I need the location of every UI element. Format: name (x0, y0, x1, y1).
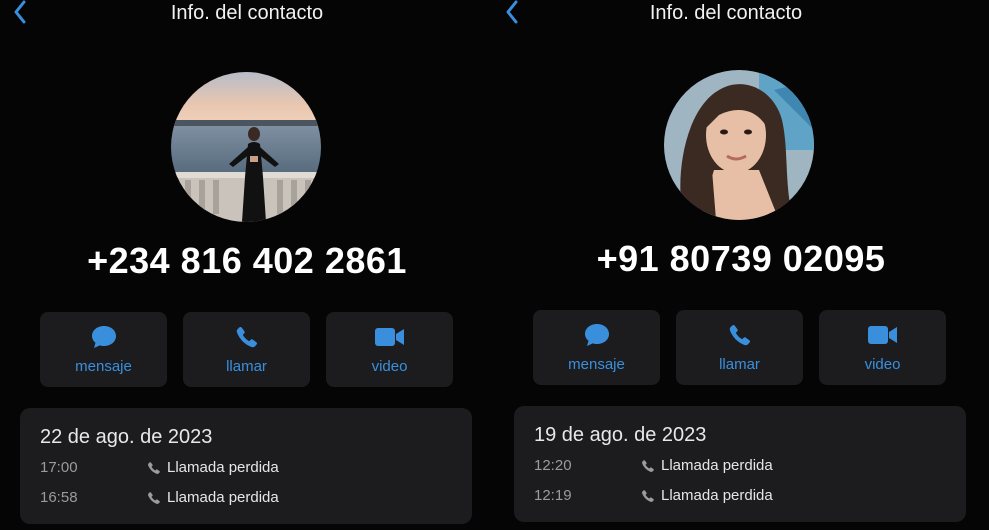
call-status: Llamada perdida (167, 459, 279, 476)
call-time: 16:58 (40, 489, 78, 506)
video-label: video (371, 358, 408, 375)
avatar[interactable] (171, 72, 321, 222)
call-button[interactable]: llamar (183, 312, 310, 387)
contact-info-panel-left: Info. del contacto +234 816 402 2861 men… (0, 0, 494, 530)
call-entry[interactable]: 17:00 Llamada perdida (40, 459, 460, 481)
call-history-card: 19 de ago. de 2023 12:20 Llamada perdida… (514, 406, 966, 522)
back-button[interactable] (502, 0, 522, 24)
call-status: Llamada perdida (661, 487, 773, 504)
video-label: video (864, 356, 901, 373)
phone-icon (729, 324, 750, 346)
missed-call-icon (642, 459, 654, 472)
call-entry[interactable]: 12:19 Llamada perdida (534, 487, 954, 509)
call-time: 12:20 (534, 457, 572, 474)
call-entry[interactable]: 12:20 Llamada perdida (534, 457, 954, 479)
phone-number: +234 816 402 2861 (87, 240, 407, 281)
avatar-photo (664, 70, 814, 220)
message-button[interactable]: mensaje (40, 312, 167, 387)
message-button[interactable]: mensaje (533, 310, 660, 385)
call-status: Llamada perdida (167, 489, 279, 506)
screenshot-composite: Info. del contacto +234 816 402 2861 men… (0, 0, 989, 530)
message-label: mensaje (75, 358, 132, 375)
call-status: Llamada perdida (661, 457, 773, 474)
back-button[interactable] (10, 0, 30, 24)
page-title: Info. del contacto (170, 2, 324, 24)
message-bubble-icon (584, 324, 609, 346)
missed-call-icon (148, 461, 160, 474)
video-camera-icon (374, 328, 404, 346)
call-history-card: 22 de ago. de 2023 17:00 Llamada perdida… (20, 408, 472, 524)
phone-icon (236, 326, 257, 348)
message-label: mensaje (568, 356, 625, 373)
avatar-photo (171, 72, 321, 222)
call-date: 19 de ago. de 2023 (534, 424, 707, 446)
video-button[interactable]: video (326, 312, 453, 387)
phone-number: +91 80739 02095 (596, 238, 886, 279)
page-title: Info. del contacto (649, 2, 803, 24)
video-button[interactable]: video (819, 310, 946, 385)
call-time: 17:00 (40, 459, 78, 476)
video-camera-icon (867, 326, 897, 344)
call-entry[interactable]: 16:58 Llamada perdida (40, 489, 460, 511)
call-label: llamar (226, 358, 267, 375)
chevron-left-icon (506, 0, 518, 24)
call-button[interactable]: llamar (676, 310, 803, 385)
avatar[interactable] (664, 70, 814, 220)
missed-call-icon (148, 491, 160, 504)
call-date: 22 de ago. de 2023 (40, 426, 213, 448)
message-bubble-icon (91, 326, 116, 348)
chevron-left-icon (14, 0, 26, 24)
call-label: llamar (719, 356, 760, 373)
call-time: 12:19 (534, 487, 572, 504)
contact-info-panel-right: Info. del contacto +91 80739 02095 mensa… (494, 0, 988, 530)
missed-call-icon (642, 489, 654, 502)
